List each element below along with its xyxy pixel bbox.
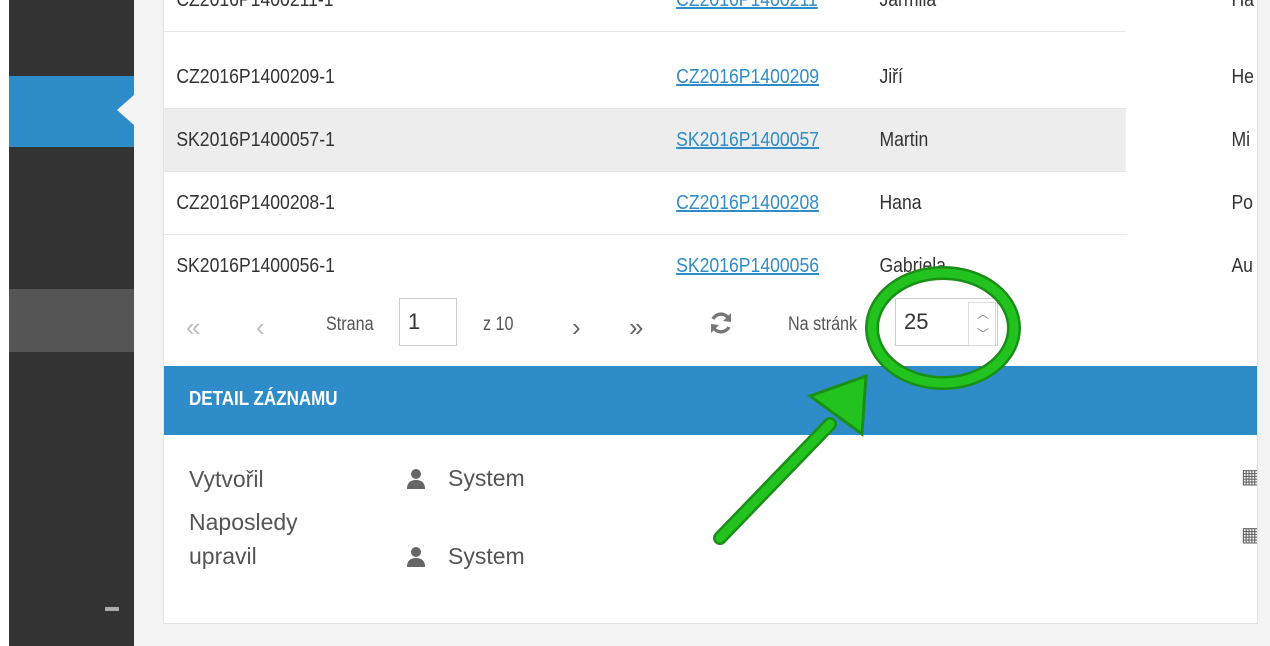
record-id: SK2016P1400057-1 [176, 129, 335, 151]
calendar-icon: ▦ [1241, 522, 1257, 547]
chevron-down-icon[interactable]: ﹀ [977, 325, 989, 342]
per-page-label: Na stránk [788, 314, 858, 335]
modified-by-label-line1: Naposledy [189, 509, 298, 535]
page-label: Strana [326, 314, 374, 335]
created-by-value: System [448, 465, 525, 491]
table-row[interactable]: CZ2016P1400208-1 CZ2016P1400208 Hana Po [164, 172, 1253, 235]
last-name: Ha [1231, 0, 1254, 11]
first-name: Hana [879, 192, 922, 214]
calendar-icon: ▦ [1241, 464, 1257, 489]
refresh-icon[interactable] [708, 310, 734, 336]
minus-icon [105, 607, 119, 611]
record-link[interactable]: SK2016P1400057 [676, 109, 819, 171]
modified-by-label-line2: upravil [189, 543, 257, 569]
record-link[interactable]: CZ2016P1400209 [676, 46, 819, 108]
sidebar-item-active[interactable] [9, 76, 134, 147]
first-name: Jarmila [879, 0, 937, 11]
record-id: CZ2016P1400208-1 [176, 192, 335, 214]
table-row[interactable]: CZ2016P1400209-1 CZ2016P1400209 Jiří He [164, 46, 1254, 109]
last-name: Po [1231, 192, 1253, 214]
page-count-label: z 10 [483, 314, 514, 335]
first-name: Jiří [879, 66, 903, 88]
modified-by-value: System [448, 543, 525, 569]
detail-title: DETAIL ZÁZNAMU [189, 388, 338, 410]
prev-page-button[interactable]: ‹ [256, 312, 265, 343]
record-id: CZ2016P1400209-1 [176, 66, 335, 88]
sidebar-item-collapse[interactable] [9, 289, 134, 611]
pagination-bar: « ‹ Strana 1 z 10 › » Na stránk 25 ︿ ﹀ [164, 288, 1257, 364]
chevron-up-icon[interactable]: ︿ [977, 305, 989, 322]
next-page-button[interactable]: › [572, 312, 581, 343]
per-page-stepper[interactable]: ︿ ﹀ [968, 302, 996, 346]
first-name: Martin [879, 129, 929, 151]
table-row[interactable]: SK2016P1400057-1 SK2016P1400057 Martin M… [164, 109, 1250, 172]
first-page-button[interactable]: « [186, 312, 200, 343]
last-page-button[interactable]: » [629, 312, 643, 343]
main-card: CZ2016P1400211-1 CZ2016P1400211 Jarmila … [163, 0, 1258, 624]
user-icon [407, 547, 425, 567]
user-icon [407, 469, 425, 489]
last-name: Mi [1231, 129, 1251, 151]
detail-header: DETAIL ZÁZNAMU [164, 366, 1257, 435]
sidebar-active-notch [117, 95, 134, 125]
sidebar [9, 0, 134, 646]
page-number-input[interactable]: 1 [399, 298, 457, 346]
created-by-label: Vytvořil [189, 466, 264, 492]
last-name: He [1231, 66, 1254, 88]
record-link[interactable]: CZ2016P1400211 [676, 0, 818, 31]
record-id: CZ2016P1400211-1 [176, 0, 334, 11]
record-link[interactable]: CZ2016P1400208 [676, 172, 819, 234]
table-row[interactable]: CZ2016P1400211-1 CZ2016P1400211 Jarmila … [164, 0, 1254, 32]
